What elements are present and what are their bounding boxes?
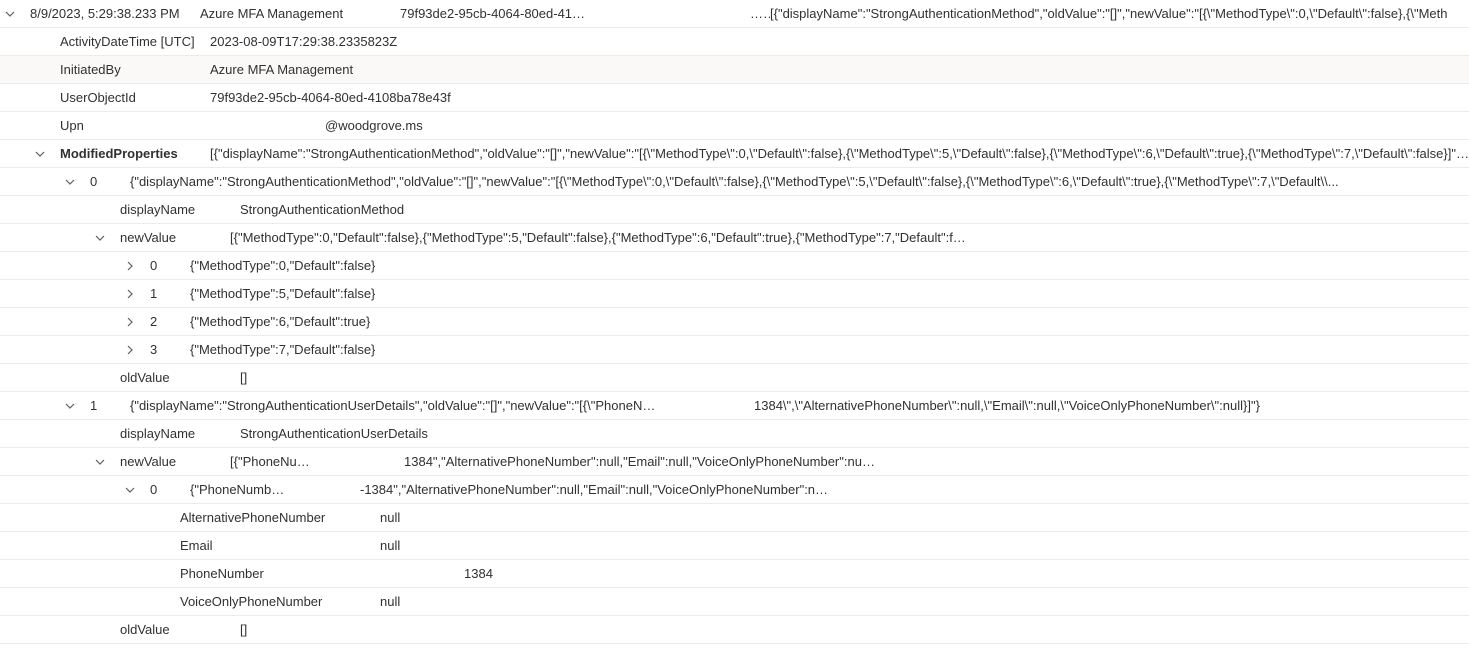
summary-guid: 79f93de2-95cb-4064-80ed-41…	[400, 6, 750, 21]
item0-newvalue-row[interactable]: newValue [{"MethodType":0,"Default":fals…	[0, 224, 1469, 252]
chevron-right-icon[interactable]	[120, 345, 140, 355]
detail-upn-row: Upn @woodgrove.ms	[0, 112, 1469, 140]
modprops-preview: [{"displayName":"StrongAuthenticationMet…	[210, 146, 1469, 161]
chevron-down-icon[interactable]	[60, 177, 80, 187]
item0-newvalue-preview: [{"MethodType":0,"Default":false},{"Meth…	[230, 230, 1469, 245]
item1-newvalue-preview-b: 1384","AlternativePhoneNumber":null,"Ema…	[404, 454, 1469, 469]
summary-mid: …	[750, 6, 770, 21]
item1-oldvalue-value: []	[240, 622, 247, 637]
chevron-right-icon[interactable]	[120, 261, 140, 271]
chevron-right-icon[interactable]	[120, 317, 140, 327]
activity-value: 2023-08-09T17:29:38.2335823Z	[210, 34, 397, 49]
modified-properties-row[interactable]: ModifiedProperties [{"displayName":"Stro…	[0, 140, 1469, 168]
nv1-idx: 1	[150, 286, 190, 301]
field-phone: PhoneNumber 1384	[0, 560, 1469, 588]
nv1-val: {"MethodType":5,"Default":false}	[190, 286, 375, 301]
f-phone-label: PhoneNumber	[180, 566, 380, 581]
chevron-down-icon[interactable]	[90, 457, 110, 467]
nv3-val: {"MethodType":7,"Default":false}	[190, 342, 375, 357]
chevron-down-icon[interactable]	[30, 149, 50, 159]
summary-timestamp: 8/9/2023, 5:29:38.233 PM	[30, 6, 200, 21]
item1-newvalue-preview-a: [{"PhoneNumber"	[230, 454, 320, 469]
f-phone-val: 1384	[464, 566, 493, 581]
item1-oldvalue-row: oldValue []	[0, 616, 1469, 644]
chevron-down-icon[interactable]	[60, 401, 80, 411]
chevron-down-icon[interactable]	[120, 485, 140, 495]
summary-app: Azure MFA Management	[200, 6, 400, 21]
detail-userobj-row: UserObjectId 79f93de2-95cb-4064-80ed-410…	[0, 84, 1469, 112]
item1-nv0-idx: 0	[150, 482, 190, 497]
item0-displayname-label: displayName	[120, 202, 240, 217]
item1-displayname-row: displayName StrongAuthenticationUserDeta…	[0, 420, 1469, 448]
f-email-val: null	[380, 538, 400, 553]
nv2-idx: 2	[150, 314, 190, 329]
modprop-item-1[interactable]: 1 {"displayName":"StrongAuthenticationUs…	[0, 392, 1469, 420]
item1-index: 1	[90, 398, 130, 413]
detail-activity-row: ActivityDateTime [UTC] 2023-08-09T17:29:…	[0, 28, 1469, 56]
f-voice-val: null	[380, 594, 400, 609]
chevron-right-icon[interactable]	[120, 289, 140, 299]
summary-json: [{"displayName":"StrongAuthenticationMet…	[770, 6, 1469, 21]
item1-displayname-value: StrongAuthenticationUserDetails	[240, 426, 428, 441]
userobj-label: UserObjectId	[60, 90, 210, 105]
field-altphone: AlternativePhoneNumber null	[0, 504, 1469, 532]
upn-value: @woodgrove.ms	[325, 118, 423, 133]
item0-oldvalue-label: oldValue	[120, 370, 240, 385]
item1-nv0-preview-a: {"PhoneNumber":"	[190, 482, 290, 497]
nv0-idx: 0	[150, 258, 190, 273]
item1-newvalue-label: newValue	[120, 454, 230, 469]
item0-preview: {"displayName":"StrongAuthenticationMeth…	[130, 174, 1469, 189]
f-alt-label: AlternativePhoneNumber	[180, 510, 380, 525]
nv3-idx: 3	[150, 342, 190, 357]
f-email-label: Email	[180, 538, 380, 553]
item0-oldvalue-value: []	[240, 370, 247, 385]
nv2-val: {"MethodType":6,"Default":true}	[190, 314, 370, 329]
item0-oldvalue-row: oldValue []	[0, 364, 1469, 392]
item0-displayname-row: displayName StrongAuthenticationMethod	[0, 196, 1469, 224]
nv0-val: {"MethodType":0,"Default":false}	[190, 258, 375, 273]
initiatedby-label: InitiatedBy	[60, 62, 210, 77]
modprops-label: ModifiedProperties	[60, 146, 210, 161]
item1-nv0-preview-b: -1384","AlternativePhoneNumber":null,"Em…	[360, 482, 1469, 497]
item1-newvalue-row[interactable]: newValue [{"PhoneNumber" 1384","Alternat…	[0, 448, 1469, 476]
item1-oldvalue-label: oldValue	[120, 622, 240, 637]
item0-nv-3[interactable]: 3 {"MethodType":7,"Default":false}	[0, 336, 1469, 364]
item0-index: 0	[90, 174, 130, 189]
item0-displayname-value: StrongAuthenticationMethod	[240, 202, 404, 217]
item1-preview-b: 1384\",\"AlternativePhoneNumber\":null,\…	[754, 398, 1469, 413]
f-alt-val: null	[380, 510, 400, 525]
item0-newvalue-label: newValue	[120, 230, 230, 245]
modprop-item-0[interactable]: 0 {"displayName":"StrongAuthenticationMe…	[0, 168, 1469, 196]
detail-initiatedby-row: InitiatedBy Azure MFA Management	[0, 56, 1469, 84]
item1-nv-0[interactable]: 0 {"PhoneNumber":" -1384","AlternativePh…	[0, 476, 1469, 504]
chevron-down-icon[interactable]	[90, 233, 110, 243]
item0-nv-2[interactable]: 2 {"MethodType":6,"Default":true}	[0, 308, 1469, 336]
userobj-value: 79f93de2-95cb-4064-80ed-4108ba78e43f	[210, 90, 451, 105]
item1-displayname-label: displayName	[120, 426, 240, 441]
field-voice: VoiceOnlyPhoneNumber null	[0, 588, 1469, 616]
initiatedby-value: Azure MFA Management	[210, 62, 353, 77]
chevron-down-icon[interactable]	[0, 9, 20, 19]
item0-nv-1[interactable]: 1 {"MethodType":5,"Default":false}	[0, 280, 1469, 308]
item1-preview-a: {"displayName":"StrongAuthenticationUser…	[130, 398, 660, 413]
field-email: Email null	[0, 532, 1469, 560]
activity-label: ActivityDateTime [UTC]	[60, 34, 210, 49]
log-row-summary[interactable]: 8/9/2023, 5:29:38.233 PM Azure MFA Manag…	[0, 0, 1469, 28]
upn-label: Upn	[60, 118, 210, 133]
f-voice-label: VoiceOnlyPhoneNumber	[180, 594, 380, 609]
item0-nv-0[interactable]: 0 {"MethodType":0,"Default":false}	[0, 252, 1469, 280]
